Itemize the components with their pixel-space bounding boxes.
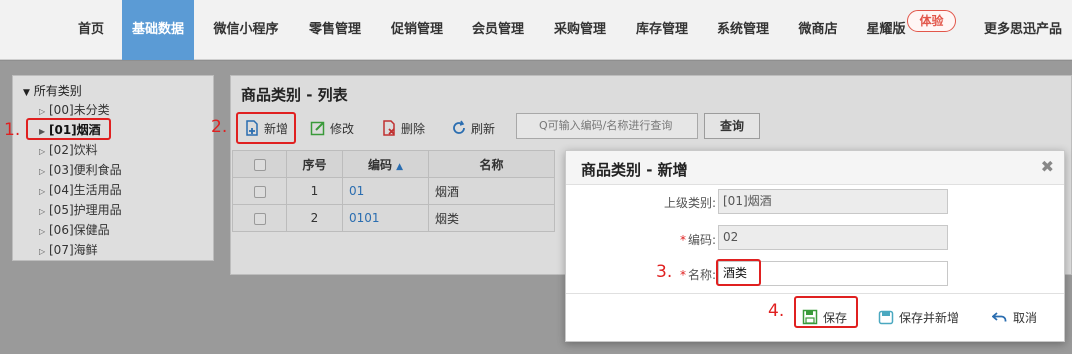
search-input[interactable]: Q可输入编码/名称进行查询	[516, 113, 698, 139]
tree-item-04[interactable]: ▷ [04]生活用品	[23, 180, 213, 200]
tree-item-label: [07]海鲜	[49, 243, 98, 257]
dialog-title: 商品类别 - 新增	[581, 161, 688, 179]
row-index: 2	[286, 204, 343, 232]
caret-right-icon: ▷	[39, 247, 46, 256]
step-3-label: 3.	[656, 262, 673, 282]
nav-purchase[interactable]: 采购管理	[545, 0, 615, 60]
caret-right-icon: ▷	[39, 227, 46, 236]
nav-promotion[interactable]: 促销管理	[382, 0, 452, 60]
tree-item-label: [04]生活用品	[49, 183, 122, 197]
caret-right-icon: ▷	[39, 187, 46, 196]
nav-basic-data[interactable]: 基础数据	[122, 0, 194, 60]
row-checkbox[interactable]	[253, 185, 266, 198]
save-and-new-button[interactable]: 保存并新增	[878, 306, 959, 330]
parent-category-field: [01]烟酒	[718, 189, 948, 214]
tree-item-02[interactable]: ▷ [02]饮料	[23, 140, 213, 160]
trial-badge: 体验	[907, 10, 956, 32]
table-row[interactable]: 2 0101 烟类	[232, 204, 555, 232]
parent-category-label: 上级类别:	[663, 196, 716, 210]
nav-more-products[interactable]: 更多思迅产品	[975, 0, 1071, 60]
tree-root-label: 所有类别	[33, 84, 82, 98]
select-all-cell[interactable]	[232, 150, 287, 178]
delete-button[interactable]: 删除	[381, 117, 425, 141]
column-header-name: 名称	[428, 150, 555, 178]
tree-root[interactable]: ▼ 所有类别	[23, 82, 213, 100]
row-checkbox-cell[interactable]	[232, 177, 287, 205]
undo-icon	[992, 312, 1007, 322]
close-icon[interactable]: ✖	[1041, 159, 1054, 175]
row-code[interactable]: 01	[342, 177, 429, 205]
caret-right-icon: ▷	[39, 207, 46, 216]
nav-star-edition[interactable]: 星耀版	[858, 0, 914, 60]
caret-right-icon: ▷	[39, 167, 46, 176]
delete-document-icon	[383, 120, 395, 136]
save-and-new-button-label: 保存并新增	[899, 311, 960, 325]
row-code[interactable]: 0101	[342, 204, 429, 232]
tree-item-label: [00]未分类	[49, 103, 110, 117]
nav-member[interactable]: 会员管理	[463, 0, 533, 60]
row-index: 1	[286, 177, 343, 205]
nav-system[interactable]: 系统管理	[708, 0, 778, 60]
annotation-box-save-button	[794, 296, 858, 328]
column-header-index: 序号	[286, 150, 343, 178]
refresh-button[interactable]: 刷新	[451, 117, 495, 141]
tree-item-label: [03]便利食品	[49, 163, 122, 177]
code-label: * 编码:	[566, 231, 716, 248]
code-field: 02	[718, 225, 948, 250]
annotation-box-name-field	[716, 259, 761, 286]
row-name: 烟类	[428, 204, 555, 232]
row-checkbox[interactable]	[253, 212, 266, 225]
tree-item-label: [02]饮料	[49, 143, 98, 157]
nav-inventory[interactable]: 库存管理	[627, 0, 697, 60]
tree-item-05[interactable]: ▷ [05]护理用品	[23, 200, 213, 220]
tree-item-label: [06]保健品	[49, 223, 110, 237]
query-button[interactable]: 查询	[704, 113, 760, 139]
code-label-text: 编码:	[687, 233, 716, 247]
sort-ascending-icon: ▲	[396, 161, 404, 172]
refresh-button-label: 刷新	[471, 122, 496, 136]
row-name: 烟酒	[428, 177, 555, 205]
row-checkbox-cell[interactable]	[232, 204, 287, 232]
required-marker: *	[679, 233, 686, 247]
step-4-label: 4.	[768, 301, 785, 321]
tree-item-07[interactable]: ▷ [07]海鲜	[23, 240, 213, 260]
step-1-label: 1.	[4, 120, 21, 140]
cancel-button-label: 取消	[1013, 311, 1038, 325]
annotation-box-new-button	[236, 112, 296, 144]
edit-icon	[310, 121, 325, 136]
category-tree: ▼ 所有类别 ▷ [00]未分类 ▶ [01]烟酒 ▷ [02]饮料 ▷ [03]便利食…	[12, 75, 214, 261]
nav-retail[interactable]: 零售管理	[300, 0, 370, 60]
dialog-header: 商品类别 - 新增 ✖	[566, 151, 1064, 185]
nav-micro-store[interactable]: 微商店	[790, 0, 846, 60]
nav-wechat-mini-program[interactable]: 微信小程序	[204, 0, 288, 60]
table-row[interactable]: 1 01 烟酒	[232, 177, 555, 205]
column-header-code-label: 编码	[367, 157, 392, 172]
tree-item-06[interactable]: ▷ [06]保健品	[23, 220, 213, 240]
top-nav: 首页 基础数据 微信小程序 零售管理 促销管理 会员管理 采购管理 库存管理 系…	[0, 0, 1072, 60]
required-marker: *	[679, 268, 686, 282]
refresh-icon	[453, 120, 465, 134]
name-label-text: 名称:	[687, 268, 716, 282]
category-table: 序号 编码 ▲ 名称 1 01 烟酒 2 0101 烟类	[232, 150, 555, 232]
table-header-row: 序号 编码 ▲ 名称	[232, 150, 555, 178]
edit-button-label: 修改	[330, 122, 355, 136]
save-new-icon	[878, 310, 894, 325]
edit-button[interactable]: 修改	[310, 117, 354, 141]
tree-item-label: [05]护理用品	[49, 203, 122, 217]
cancel-button[interactable]: 取消	[992, 306, 1037, 330]
step-2-label: 2.	[211, 117, 228, 137]
annotation-box-tree-item	[26, 118, 111, 140]
name-label: * 名称:	[566, 266, 716, 283]
tree-item-00[interactable]: ▷ [00]未分类	[23, 100, 213, 120]
nav-home[interactable]: 首页	[68, 0, 114, 60]
caret-right-icon: ▷	[39, 147, 46, 156]
caret-down-icon: ▼	[23, 88, 30, 98]
column-header-code[interactable]: 编码 ▲	[342, 150, 429, 178]
tree-item-03[interactable]: ▷ [03]便利食品	[23, 160, 213, 180]
list-title: 商品类别 - 列表	[241, 86, 348, 104]
delete-button-label: 删除	[401, 122, 426, 136]
select-all-checkbox[interactable]	[253, 158, 266, 171]
